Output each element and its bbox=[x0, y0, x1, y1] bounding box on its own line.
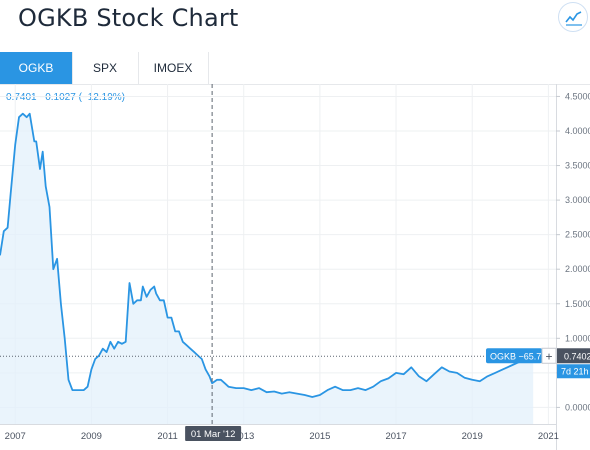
y-tick-label: 2.5000 bbox=[565, 230, 590, 240]
trend-chart-icon bbox=[565, 11, 582, 26]
x-tick-label: 2011 bbox=[157, 431, 177, 442]
x-tick-label: 2007 bbox=[5, 431, 26, 442]
series-label: OGKB −65.7 bbox=[490, 351, 541, 361]
crosshair-date-label: 01 Mar '12 bbox=[191, 429, 236, 440]
x-tick-label: 2019 bbox=[462, 431, 483, 442]
tab-imoex[interactable]: IMOEX bbox=[138, 52, 209, 84]
series-line-ogkb[interactable] bbox=[0, 112, 534, 398]
y-tick-label: 4.0000 bbox=[565, 126, 590, 136]
y-tick-label: 2.0000 bbox=[565, 264, 590, 274]
y-tick-label: 4.5000 bbox=[565, 91, 590, 101]
x-tick-label: 2009 bbox=[81, 431, 102, 442]
period-badge-label: 7d 21h bbox=[561, 366, 589, 376]
x-tick-label: 2021 bbox=[538, 431, 559, 442]
price-badge-label: 0.7402 bbox=[564, 351, 590, 361]
tab-spx[interactable]: SPX bbox=[72, 52, 139, 84]
chart-type-button[interactable] bbox=[558, 2, 588, 32]
x-tick-label: 2015 bbox=[309, 431, 330, 442]
symbol-tabs: OGKB SPX IMOEX bbox=[0, 52, 590, 85]
x-tick-label: 2017 bbox=[385, 431, 406, 442]
y-tick-label: 1.5000 bbox=[565, 299, 590, 309]
y-tick-label: 1.0000 bbox=[565, 333, 590, 343]
y-tick-label: 0.0000 bbox=[565, 402, 590, 412]
y-tick-label: 3.0000 bbox=[565, 195, 590, 205]
price-chart[interactable]: 0.00000.50001.00001.50002.00002.50003.00… bbox=[0, 84, 590, 450]
y-tick-label: 3.5000 bbox=[565, 161, 590, 171]
tab-ogkb[interactable]: OGKB bbox=[0, 52, 73, 84]
page-title: OGKB Stock Chart bbox=[18, 4, 239, 32]
plus-icon: + bbox=[545, 349, 552, 363]
